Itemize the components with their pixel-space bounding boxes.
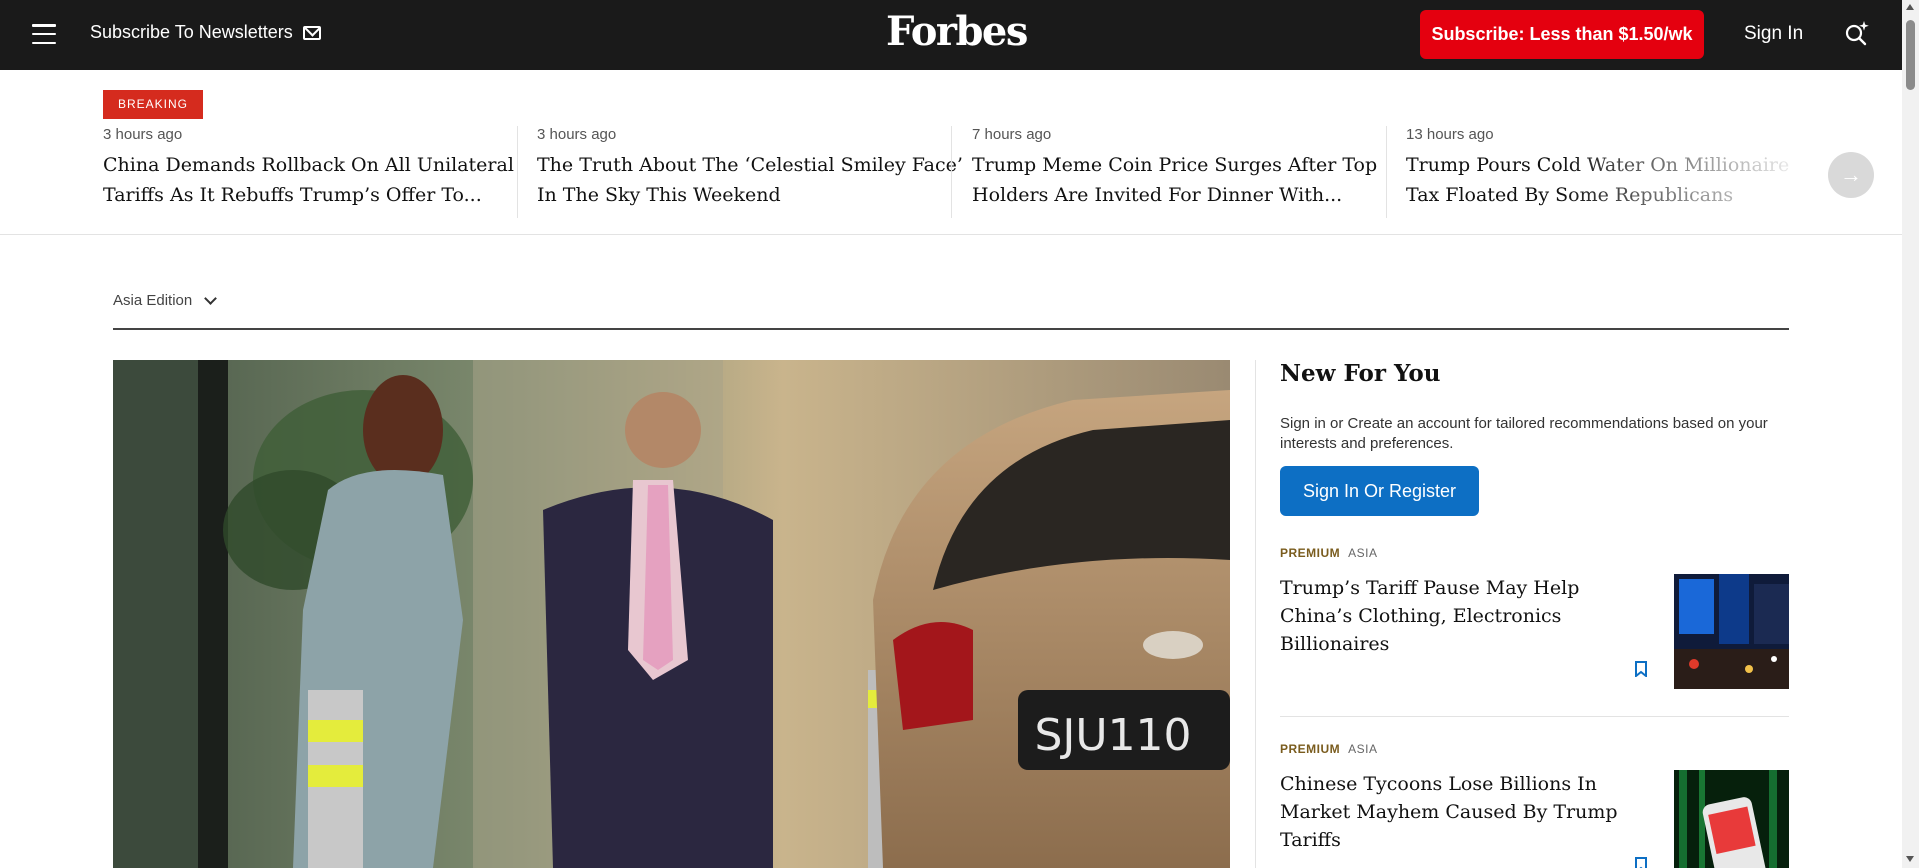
story-separator xyxy=(1280,716,1789,717)
edition-label: Asia Edition xyxy=(113,292,193,309)
edition-divider xyxy=(113,328,1789,330)
ticker-headline[interactable]: China Demands Rollback On All Unilateral… xyxy=(103,150,538,210)
scroll-up-arrow[interactable] xyxy=(1906,4,1914,10)
region-tag: ASIA xyxy=(1348,546,1378,560)
new-for-you-title: New For You xyxy=(1280,360,1441,387)
edition-selector[interactable]: Asia Edition xyxy=(113,291,218,309)
ticker-time: 3 hours ago xyxy=(103,126,183,143)
newsletter-label: Subscribe To Newsletters xyxy=(90,22,293,42)
subscribe-newsletters-link[interactable]: Subscribe To Newsletters xyxy=(90,22,321,43)
story-tags: PREMIUM ASIA xyxy=(1280,546,1789,560)
premium-tag: PREMIUM xyxy=(1280,546,1341,560)
story-thumbnail[interactable] xyxy=(1674,574,1789,689)
story-tags: PREMIUM ASIA xyxy=(1280,742,1789,756)
page-scrollbar[interactable] xyxy=(1902,0,1919,868)
bookmark-icon[interactable] xyxy=(1635,857,1647,868)
new-for-you-panel: New For You Sign in or Create an account… xyxy=(1280,360,1789,868)
ticker-divider xyxy=(1386,126,1387,218)
arrow-right-icon: → xyxy=(1840,162,1862,187)
top-nav-bar: Subscribe To Newsletters Forbes Subscrib… xyxy=(0,0,1902,70)
story-thumbnail[interactable] xyxy=(1674,770,1789,868)
sign-in-or-register-button[interactable]: Sign In Or Register xyxy=(1280,466,1479,516)
column-divider xyxy=(1255,360,1256,868)
search-sparkle-icon[interactable] xyxy=(1844,20,1870,46)
region-tag: ASIA xyxy=(1348,742,1378,756)
scrollbar-thumb[interactable] xyxy=(1906,20,1915,90)
hero-photo: SJU110 xyxy=(113,360,1230,868)
ticker-item[interactable]: 3 hours ago The Truth About The ‘Celesti… xyxy=(537,126,972,221)
breaking-news-ticker: BREAKING 3 hours ago China Demands Rollb… xyxy=(0,70,1902,235)
story-title[interactable]: Chinese Tycoons Lose Billions In Market … xyxy=(1280,770,1640,854)
ticker-divider xyxy=(951,126,952,218)
ticker-divider xyxy=(517,126,518,218)
story-thumbnail-image xyxy=(1674,770,1789,868)
forbes-logo[interactable]: Forbes xyxy=(886,8,1028,55)
ticker-headline[interactable]: Trump Meme Coin Price Surges After Top H… xyxy=(972,150,1407,210)
subscribe-button[interactable]: Subscribe: Less than $1.50/wk xyxy=(1420,10,1704,59)
menu-icon[interactable] xyxy=(32,24,56,44)
ticker-next-button[interactable]: → xyxy=(1828,152,1874,198)
ticker-time: 7 hours ago xyxy=(972,126,1052,143)
story-title[interactable]: Trump’s Tariff Pause May Help China’s Cl… xyxy=(1280,574,1640,658)
scroll-down-arrow[interactable] xyxy=(1906,856,1914,862)
story-card[interactable]: PREMIUM ASIA Trump’s Tariff Pause May Hel… xyxy=(1280,546,1789,689)
new-for-you-description: Sign in or Create an account for tailore… xyxy=(1280,415,1768,452)
license-plate: SJU110 xyxy=(1034,710,1191,761)
premium-tag: PREMIUM xyxy=(1280,742,1341,756)
ticker-item[interactable]: 7 hours ago Trump Meme Coin Price Surges… xyxy=(972,126,1407,221)
story-thumbnail-image xyxy=(1674,574,1789,689)
ticker-time: 3 hours ago xyxy=(537,126,617,143)
chevron-down-icon xyxy=(204,291,218,305)
ticker-headline[interactable]: The Truth About The ‘Celestial Smiley Fa… xyxy=(537,150,972,210)
ticker-item[interactable]: 3 hours ago China Demands Rollback On Al… xyxy=(103,126,538,221)
bookmark-icon[interactable] xyxy=(1635,661,1647,677)
breaking-badge: BREAKING xyxy=(103,90,204,119)
ticker-fade-overlay xyxy=(1560,70,1800,234)
story-card[interactable]: PREMIUM ASIA Chinese Tycoons Lose Billion… xyxy=(1280,742,1789,868)
hero-image[interactable]: SJU110 xyxy=(113,360,1230,868)
sign-in-link[interactable]: Sign In xyxy=(1744,23,1803,45)
mail-icon xyxy=(302,25,321,40)
